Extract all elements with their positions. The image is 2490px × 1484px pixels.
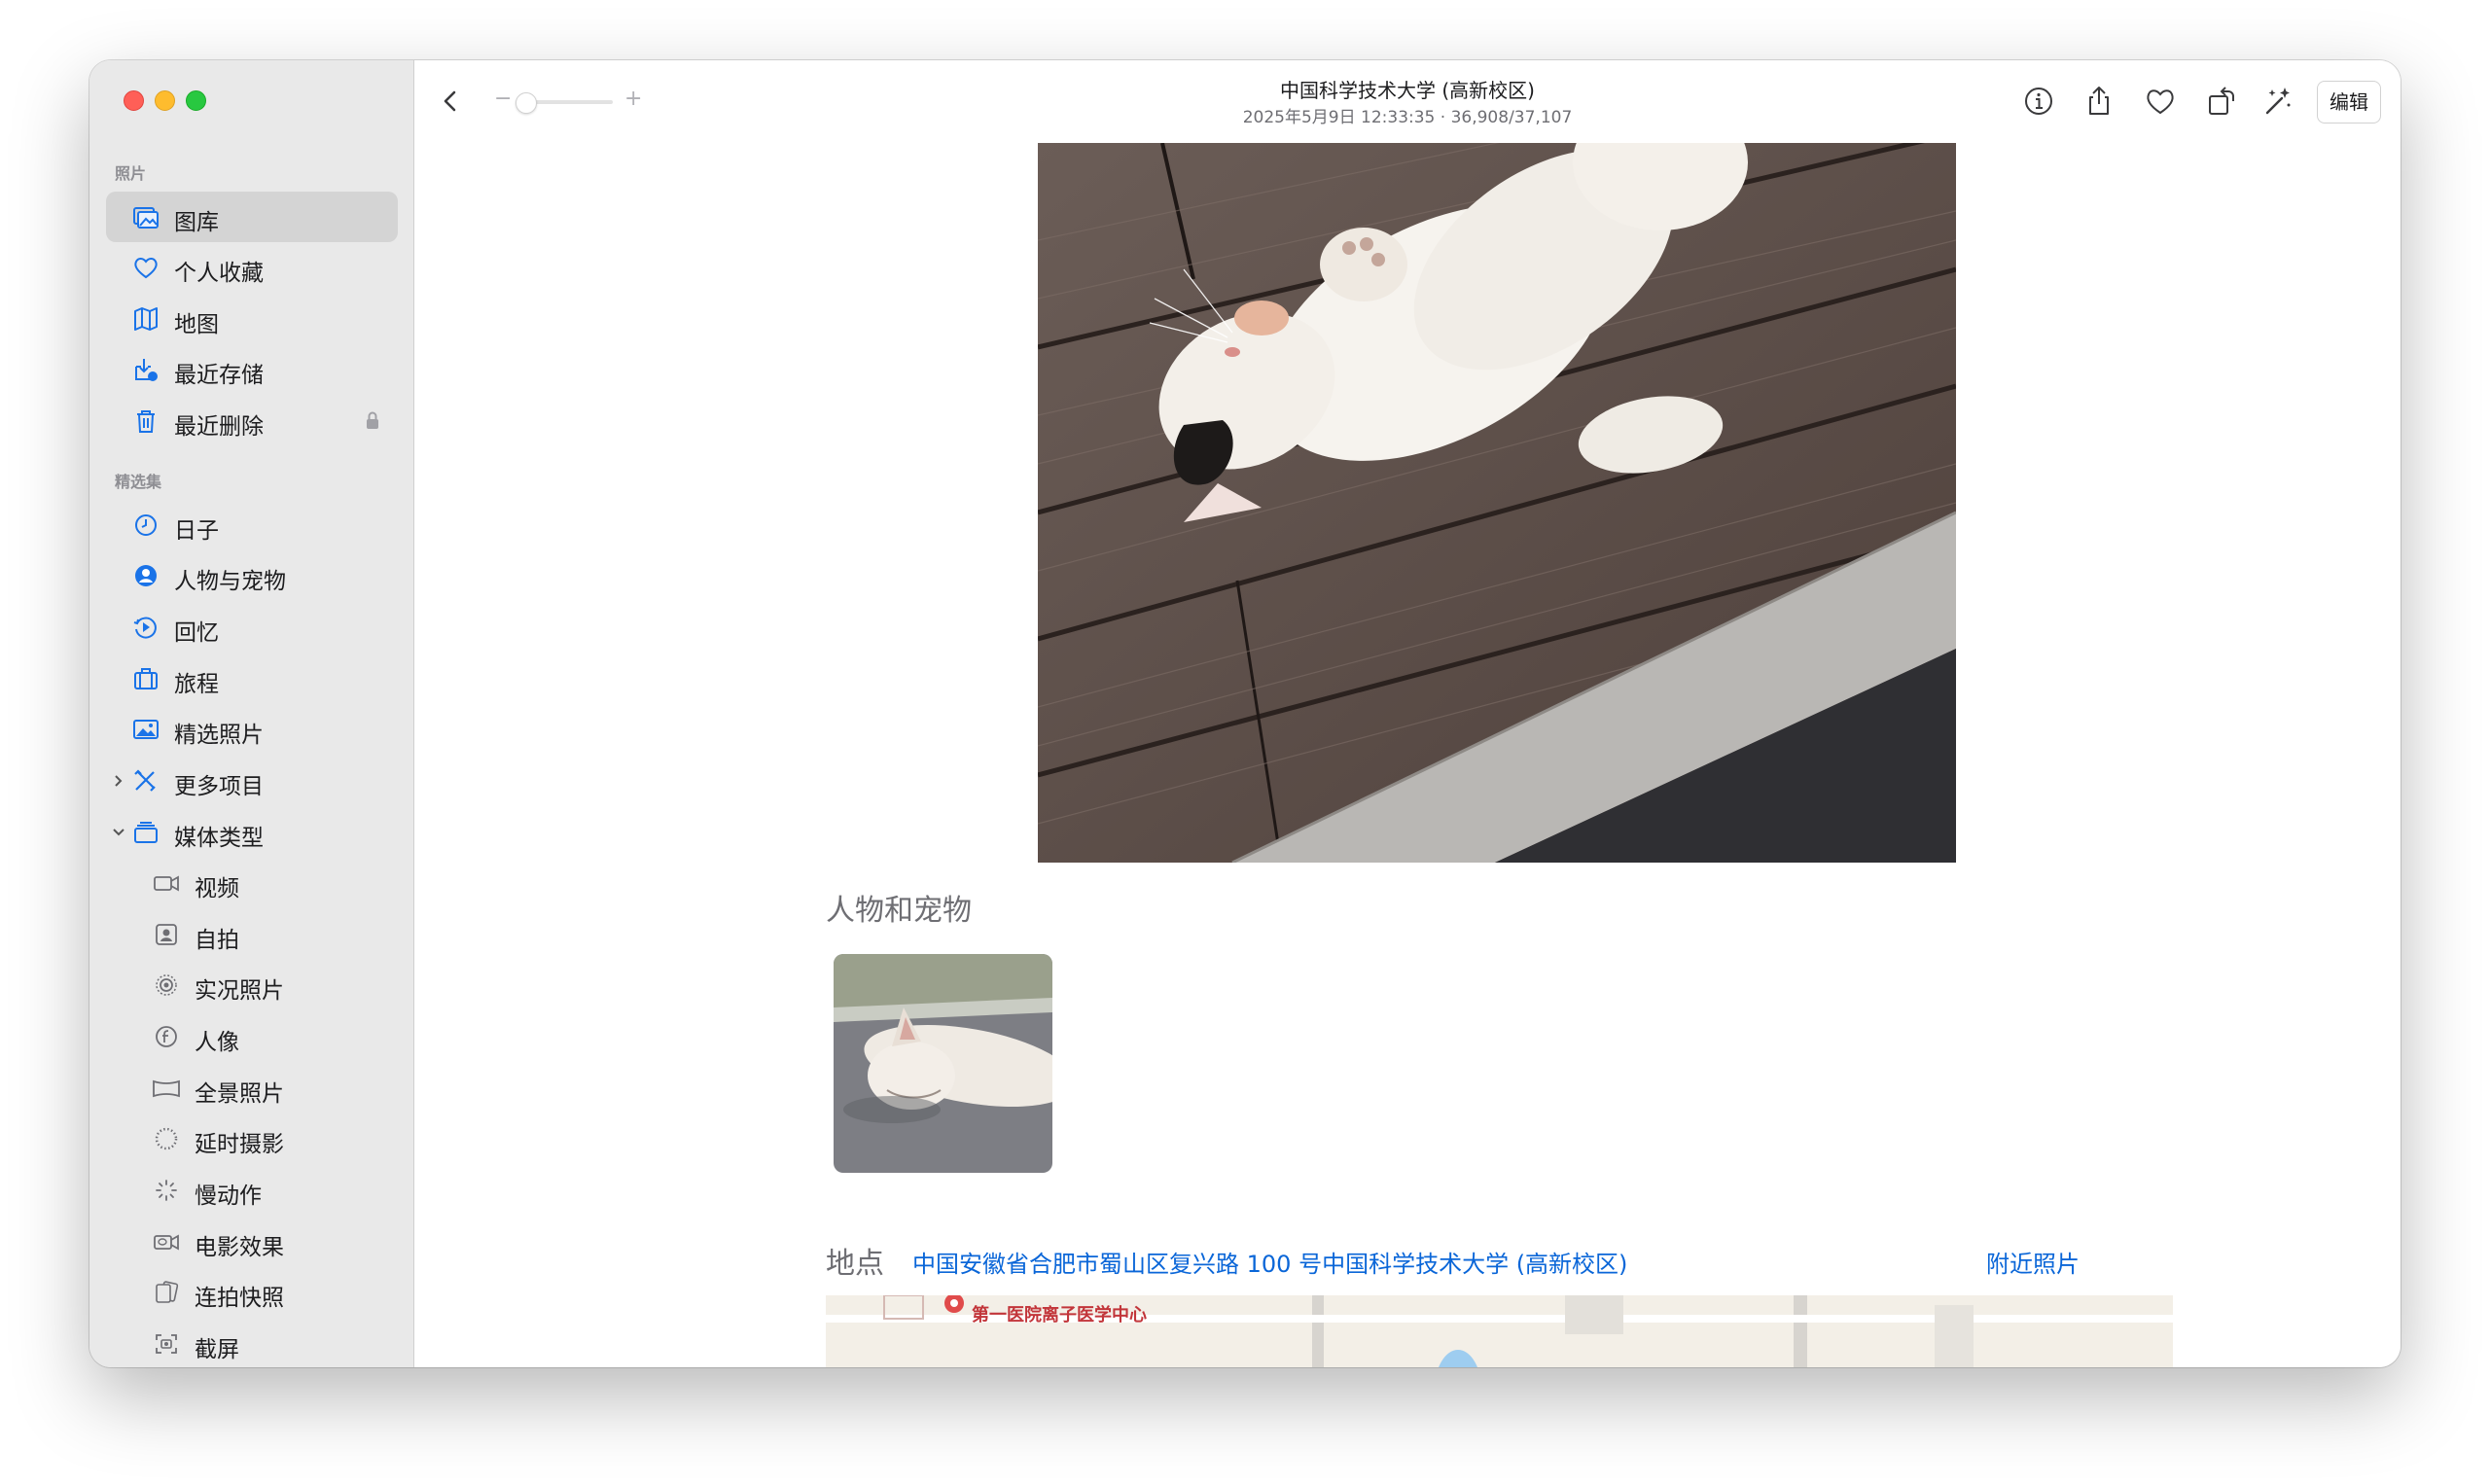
suitcase-icon	[134, 668, 158, 689]
zoom-window-button[interactable]	[186, 90, 206, 111]
photo-library-icon	[133, 207, 159, 229]
lock-icon	[367, 411, 378, 429]
rotate-icon[interactable]	[2202, 82, 2241, 121]
cinematic-icon	[154, 1234, 179, 1251]
slomo-icon	[156, 1180, 177, 1201]
place-address-link[interactable]: 中国安徽省合肥市蜀山区复兴路 100 号中国科学技术大学 (高新校区)	[912, 1245, 1627, 1279]
recently-saved-icon	[135, 359, 158, 381]
chevron-down-icon[interactable]	[112, 823, 125, 842]
sidebar-item-recently-deleted[interactable]: 最近删除	[106, 396, 398, 446]
sidebar-item-label: 个人收藏	[174, 261, 264, 286]
person-thumbnail[interactable]	[834, 954, 1052, 1173]
heart-icon	[134, 258, 158, 279]
place-heading: 地点	[826, 1247, 884, 1281]
edit-button[interactable]: 编辑	[2317, 81, 2381, 124]
sidebar-item-map[interactable]: 地图	[106, 294, 398, 344]
memories-icon	[133, 617, 157, 639]
video-icon	[154, 875, 179, 892]
photos-window: 照片 图库 个人收藏 地图 最近存储 最近删除 精选集 日子 人物与宠物 回忆 …	[89, 60, 2401, 1367]
timelapse-icon	[155, 1127, 178, 1150]
tools-icon	[134, 769, 156, 792]
burst-icon	[156, 1281, 179, 1303]
sidebar-item-trips[interactable]: 旅程	[106, 654, 398, 704]
share-icon[interactable]	[2080, 82, 2118, 121]
selfie-icon	[156, 924, 177, 945]
map-icon	[134, 307, 158, 331]
sidebar-item-label: 电影效果	[195, 1235, 284, 1260]
chevron-right-icon[interactable]	[112, 771, 125, 791]
sidebar-item-cinematic[interactable]: 电影效果	[106, 1217, 398, 1267]
sidebar-item-selfies[interactable]: 自拍	[106, 909, 398, 960]
favorite-heart-icon[interactable]	[2141, 82, 2180, 121]
sidebar-item-label: 媒体类型	[174, 826, 264, 851]
sidebar-item-memories[interactable]: 回忆	[106, 602, 398, 653]
panorama-icon	[153, 1079, 180, 1098]
sidebar-item-timelapse[interactable]: 延时摄影	[106, 1113, 398, 1164]
sidebar-item-label: 最近删除	[174, 414, 264, 440]
sidebar-item-bursts[interactable]: 连拍快照	[106, 1267, 398, 1318]
stack-icon	[134, 822, 158, 843]
featured-photo-icon	[133, 720, 159, 739]
person-circle-icon	[135, 565, 157, 586]
sidebar-item-panoramas[interactable]: 全景照片	[106, 1063, 398, 1113]
sidebar-item-label: 截屏	[195, 1337, 239, 1362]
screenshot-icon	[156, 1334, 177, 1354]
people-pets-heading: 人物和宠物	[826, 894, 972, 928]
sidebar-item-label: 回忆	[174, 620, 219, 646]
sidebar-item-label: 慢动作	[195, 1184, 262, 1209]
sidebar-item-label: 精选照片	[174, 723, 264, 748]
live-photo-icon	[156, 974, 177, 996]
main-photo[interactable]	[1038, 143, 1956, 863]
clock-icon	[135, 514, 157, 536]
sidebar-item-label: 全景照片	[195, 1081, 284, 1107]
sidebar-item-people-pets[interactable]: 人物与宠物	[106, 550, 398, 601]
sidebar-item-slomo[interactable]: 慢动作	[106, 1165, 398, 1216]
sidebar-item-library[interactable]: 图库	[106, 192, 398, 242]
section-label-collections: 精选集	[115, 473, 162, 491]
sidebar-item-label: 延时摄影	[195, 1132, 284, 1157]
auto-enhance-icon[interactable]	[2259, 82, 2297, 121]
map-poi-label: 第一医院离子医学中心	[972, 1305, 1147, 1325]
sidebar-item-favorites[interactable]: 个人收藏	[106, 242, 398, 293]
info-icon[interactable]	[2019, 82, 2058, 121]
photo-detail-view: − + 中国科学技术大学 (高新校区) 2025年5月9日 12:33:35 ·…	[414, 60, 2401, 1367]
nearby-photos-link[interactable]: 附近照片	[1986, 1245, 2080, 1279]
sidebar-item-label: 最近存储	[174, 363, 264, 388]
sidebar-item-featured-photos[interactable]: 精选照片	[106, 704, 398, 755]
location-map[interactable]: 第一医院离子医学中心	[826, 1295, 2173, 1367]
sidebar-item-videos[interactable]: 视频	[106, 858, 398, 908]
sidebar-item-label: 视频	[195, 876, 239, 901]
sidebar-item-label: 人物与宠物	[174, 569, 286, 594]
sidebar-item-label: 日子	[174, 518, 219, 544]
sidebar-item-label: 连拍快照	[195, 1286, 284, 1311]
sidebar: 照片 图库 个人收藏 地图 最近存储 最近删除 精选集 日子 人物与宠物 回忆 …	[89, 60, 414, 1367]
sidebar-item-label: 旅程	[174, 672, 219, 697]
sidebar-item-label: 更多项目	[174, 774, 264, 799]
sidebar-item-label: 人像	[195, 1030, 239, 1055]
sidebar-item-screenshots[interactable]: 截屏	[106, 1319, 398, 1367]
sidebar-item-days[interactable]: 日子	[106, 500, 398, 550]
sidebar-item-label: 图库	[174, 210, 219, 235]
minimize-window-button[interactable]	[155, 90, 175, 111]
sidebar-item-media-types[interactable]: 媒体类型	[106, 807, 398, 858]
sidebar-item-live-photos[interactable]: 实况照片	[106, 960, 398, 1010]
sidebar-item-portrait[interactable]: 人像	[106, 1011, 398, 1062]
section-label-photos: 照片	[115, 164, 147, 183]
trash-icon	[137, 410, 155, 433]
portrait-icon	[156, 1026, 177, 1047]
sidebar-item-label: 实况照片	[195, 978, 284, 1004]
close-window-button[interactable]	[124, 90, 144, 111]
sidebar-item-recently-saved[interactable]: 最近存储	[106, 344, 398, 395]
sidebar-item-more-projects[interactable]: 更多项目	[106, 756, 398, 806]
sidebar-item-label: 地图	[174, 312, 219, 337]
sidebar-item-label: 自拍	[195, 928, 239, 953]
